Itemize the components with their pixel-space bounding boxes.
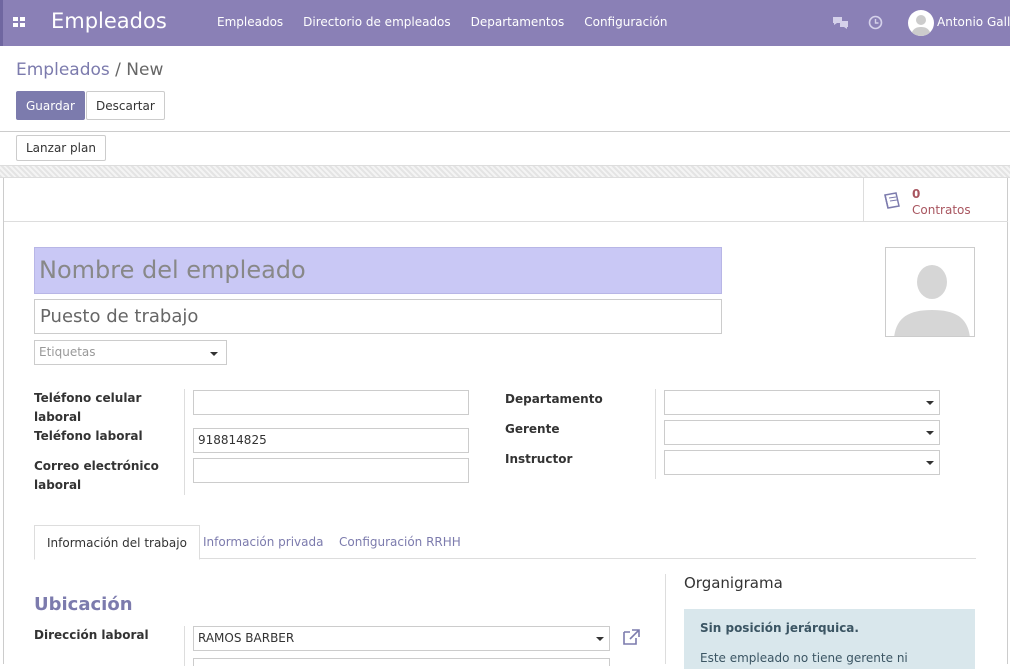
- contracts-count: 0: [912, 187, 921, 201]
- mobile-phone-input[interactable]: [193, 390, 469, 415]
- contracts-stat-button[interactable]: 0 Contratos: [863, 178, 1008, 222]
- location-section-title: Ubicación: [34, 594, 133, 615]
- chevron-down-icon: [926, 461, 934, 465]
- chevron-down-icon: [210, 352, 218, 356]
- manager-label: Gerente: [505, 422, 560, 436]
- work-address-select[interactable]: RAMOS BARBER: [193, 626, 610, 651]
- work-email-input[interactable]: [193, 458, 469, 483]
- next-field-input[interactable]: [193, 658, 610, 666]
- mobile-phone-label: Teléfono celular laboral: [34, 391, 142, 424]
- tab-hr-settings[interactable]: Configuración RRHH: [327, 525, 473, 559]
- chevron-down-icon: [926, 431, 934, 435]
- field-divider: [184, 389, 185, 495]
- breadcrumb: Empleados / New: [16, 60, 163, 80]
- org-chart-title: Organigrama: [684, 574, 783, 592]
- button-box: 0 Contratos: [4, 178, 1008, 222]
- chevron-down-icon: [926, 401, 934, 405]
- notebook-tabs: Información del trabajo Información priv…: [34, 525, 976, 560]
- breadcrumb-separator: /: [115, 60, 121, 80]
- manager-select[interactable]: [664, 420, 940, 445]
- work-address-value: RAMOS BARBER: [198, 631, 295, 645]
- sheet-background: [0, 166, 1010, 178]
- org-chart-alert: Sin posición jerárquica. Este empleado n…: [684, 609, 975, 669]
- column-divider: [665, 574, 666, 664]
- activity-clock-icon[interactable]: [868, 15, 883, 30]
- user-avatar[interactable]: [908, 10, 934, 36]
- form-statusbar: Lanzar plan: [0, 132, 1010, 166]
- field-divider: [184, 626, 185, 666]
- top-navbar: Empleados Empleados Directorio de emplea…: [0, 0, 1010, 46]
- discard-button[interactable]: Descartar: [86, 91, 165, 120]
- breadcrumb-parent[interactable]: Empleados: [16, 60, 110, 80]
- apps-menu-icon[interactable]: [13, 17, 25, 27]
- department-label: Departamento: [505, 392, 603, 406]
- contracts-label: Contratos: [912, 203, 971, 217]
- department-select[interactable]: [664, 390, 940, 415]
- work-email-label: Correo electrónico laboral: [34, 459, 159, 492]
- org-chart-alert-title: Sin posición jerárquica.: [700, 621, 859, 635]
- menu-item-directorio[interactable]: Directorio de empleados: [303, 15, 450, 29]
- book-icon: [884, 192, 900, 209]
- app-title: Empleados: [51, 9, 167, 33]
- external-link-icon[interactable]: [621, 628, 641, 646]
- org-chart-alert-text: Este empleado no tiene gerente ni: [700, 651, 908, 665]
- tags-select[interactable]: Etiquetas: [34, 340, 227, 365]
- tab-work-information[interactable]: Información del trabajo: [34, 525, 200, 560]
- employee-photo[interactable]: [885, 247, 975, 337]
- tab-private-information[interactable]: Información privada: [191, 525, 335, 559]
- chevron-down-icon: [596, 637, 604, 641]
- user-name[interactable]: Antonio Galli: [937, 15, 1010, 29]
- menu-item-departamentos[interactable]: Departamentos: [471, 15, 565, 29]
- launch-plan-button[interactable]: Lanzar plan: [16, 135, 106, 161]
- job-title-input[interactable]: Puesto de trabajo: [34, 299, 722, 334]
- save-button[interactable]: Guardar: [16, 91, 85, 120]
- chat-icon[interactable]: [832, 16, 849, 30]
- menu-item-empleados[interactable]: Empleados: [217, 15, 283, 29]
- control-panel: Empleados / New Guardar Descartar: [0, 46, 1010, 132]
- employee-name-input[interactable]: Nombre del empleado: [34, 247, 722, 294]
- work-phone-label: Teléfono laboral: [34, 429, 143, 443]
- work-address-label: Dirección laboral: [34, 628, 149, 642]
- coach-select[interactable]: [664, 450, 940, 475]
- avatar-placeholder-icon: [894, 265, 970, 336]
- form-sheet: 0 Contratos Nombre del empleado Puesto d…: [3, 178, 1008, 669]
- field-divider: [655, 389, 656, 479]
- menu-item-configuracion[interactable]: Configuración: [584, 15, 667, 29]
- breadcrumb-current: New: [126, 60, 164, 80]
- main-menu: Empleados Directorio de empleados Depart…: [217, 15, 668, 29]
- work-phone-input[interactable]: 918814825: [193, 428, 469, 453]
- coach-label: Instructor: [505, 452, 573, 466]
- tags-placeholder: Etiquetas: [39, 345, 96, 359]
